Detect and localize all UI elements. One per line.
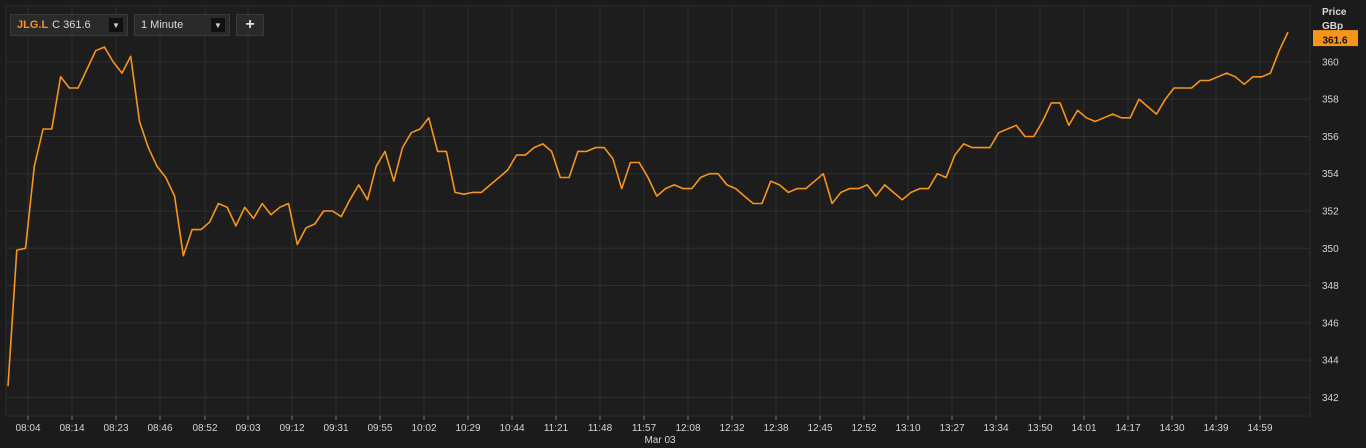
x-tick-label: 08:04 — [15, 423, 40, 434]
chevron-down-icon[interactable]: ▼ — [211, 18, 225, 32]
interval-label: 1 Minute — [141, 19, 184, 31]
x-tick-label: 09:12 — [279, 423, 304, 434]
y-tick-label: 356 — [1322, 132, 1339, 143]
close-prefix: C — [52, 19, 61, 31]
chevron-down-icon[interactable]: ▼ — [109, 18, 123, 32]
x-tick-label: 08:46 — [147, 423, 172, 434]
x-tick-label: 14:01 — [1071, 423, 1096, 434]
y-tick-label: 342 — [1322, 393, 1339, 404]
x-tick-label: 12:38 — [763, 423, 788, 434]
last-price-label: 361.6 — [1322, 36, 1347, 47]
x-tick-label: 11:57 — [632, 423, 657, 434]
x-tick-label: 14:30 — [1159, 423, 1184, 434]
x-tick-label: 10:29 — [455, 423, 480, 434]
y-tick-label: 346 — [1322, 318, 1339, 329]
x-tick-label: 09:31 — [323, 423, 348, 434]
symbol-dropdown[interactable]: JLG.L C 361.6 ▼ — [10, 14, 128, 36]
x-tick-label: 08:52 — [192, 423, 217, 434]
add-study-button[interactable]: + — [236, 14, 264, 36]
y-tick-label: 354 — [1322, 169, 1339, 180]
x-tick-label: 08:23 — [103, 423, 128, 434]
x-tick-label: 08:14 — [59, 423, 84, 434]
y-tick-label: 352 — [1322, 207, 1339, 218]
x-tick-label: 13:50 — [1027, 423, 1052, 434]
x-tick-label: 12:45 — [807, 423, 832, 434]
interval-dropdown[interactable]: 1 Minute ▼ — [134, 14, 230, 36]
x-tick-label: 14:59 — [1247, 423, 1272, 434]
x-tick-label: 12:52 — [851, 423, 876, 434]
y-tick-label: 358 — [1322, 95, 1339, 106]
x-tick-label: 13:10 — [895, 423, 920, 434]
x-tick-label: 12:08 — [675, 423, 700, 434]
close-value: 361.6 — [63, 19, 91, 31]
x-tick-label: 11:21 — [544, 423, 569, 434]
x-tick-label: 10:02 — [411, 423, 436, 434]
chart-app: JLG.L C 361.6 ▼ 1 Minute ▼ + 342 344 346 34… — [0, 0, 1366, 448]
grid — [5, 5, 1311, 417]
x-tick-label: 11:48 — [588, 423, 613, 434]
price-chart[interactable]: 342 344 346 348 350 352 354 356 358 360 08:04 08:14… — [0, 0, 1366, 448]
x-tick-label: 13:27 — [939, 423, 964, 434]
date-label: Mar 03 — [644, 435, 676, 446]
chart-toolbar: JLG.L C 361.6 ▼ 1 Minute ▼ + — [10, 14, 264, 36]
x-tick-label: 13:34 — [983, 423, 1008, 434]
y-axis-title: Price — [1322, 7, 1347, 18]
symbol-label: JLG.L — [17, 19, 49, 31]
x-tick-label: 10:44 — [499, 423, 524, 434]
y-tick-label: 348 — [1322, 281, 1339, 292]
x-tick-label: 14:17 — [1115, 423, 1140, 434]
y-tick-label: 350 — [1322, 244, 1339, 255]
x-tick-label: 14:39 — [1203, 423, 1228, 434]
y-tick-label: 344 — [1322, 356, 1339, 367]
x-tick-label: 09:55 — [367, 423, 392, 434]
y-tick-label: 360 — [1322, 57, 1339, 68]
x-tick-label: 12:32 — [719, 423, 744, 434]
x-tick-label: 09:03 — [235, 423, 260, 434]
